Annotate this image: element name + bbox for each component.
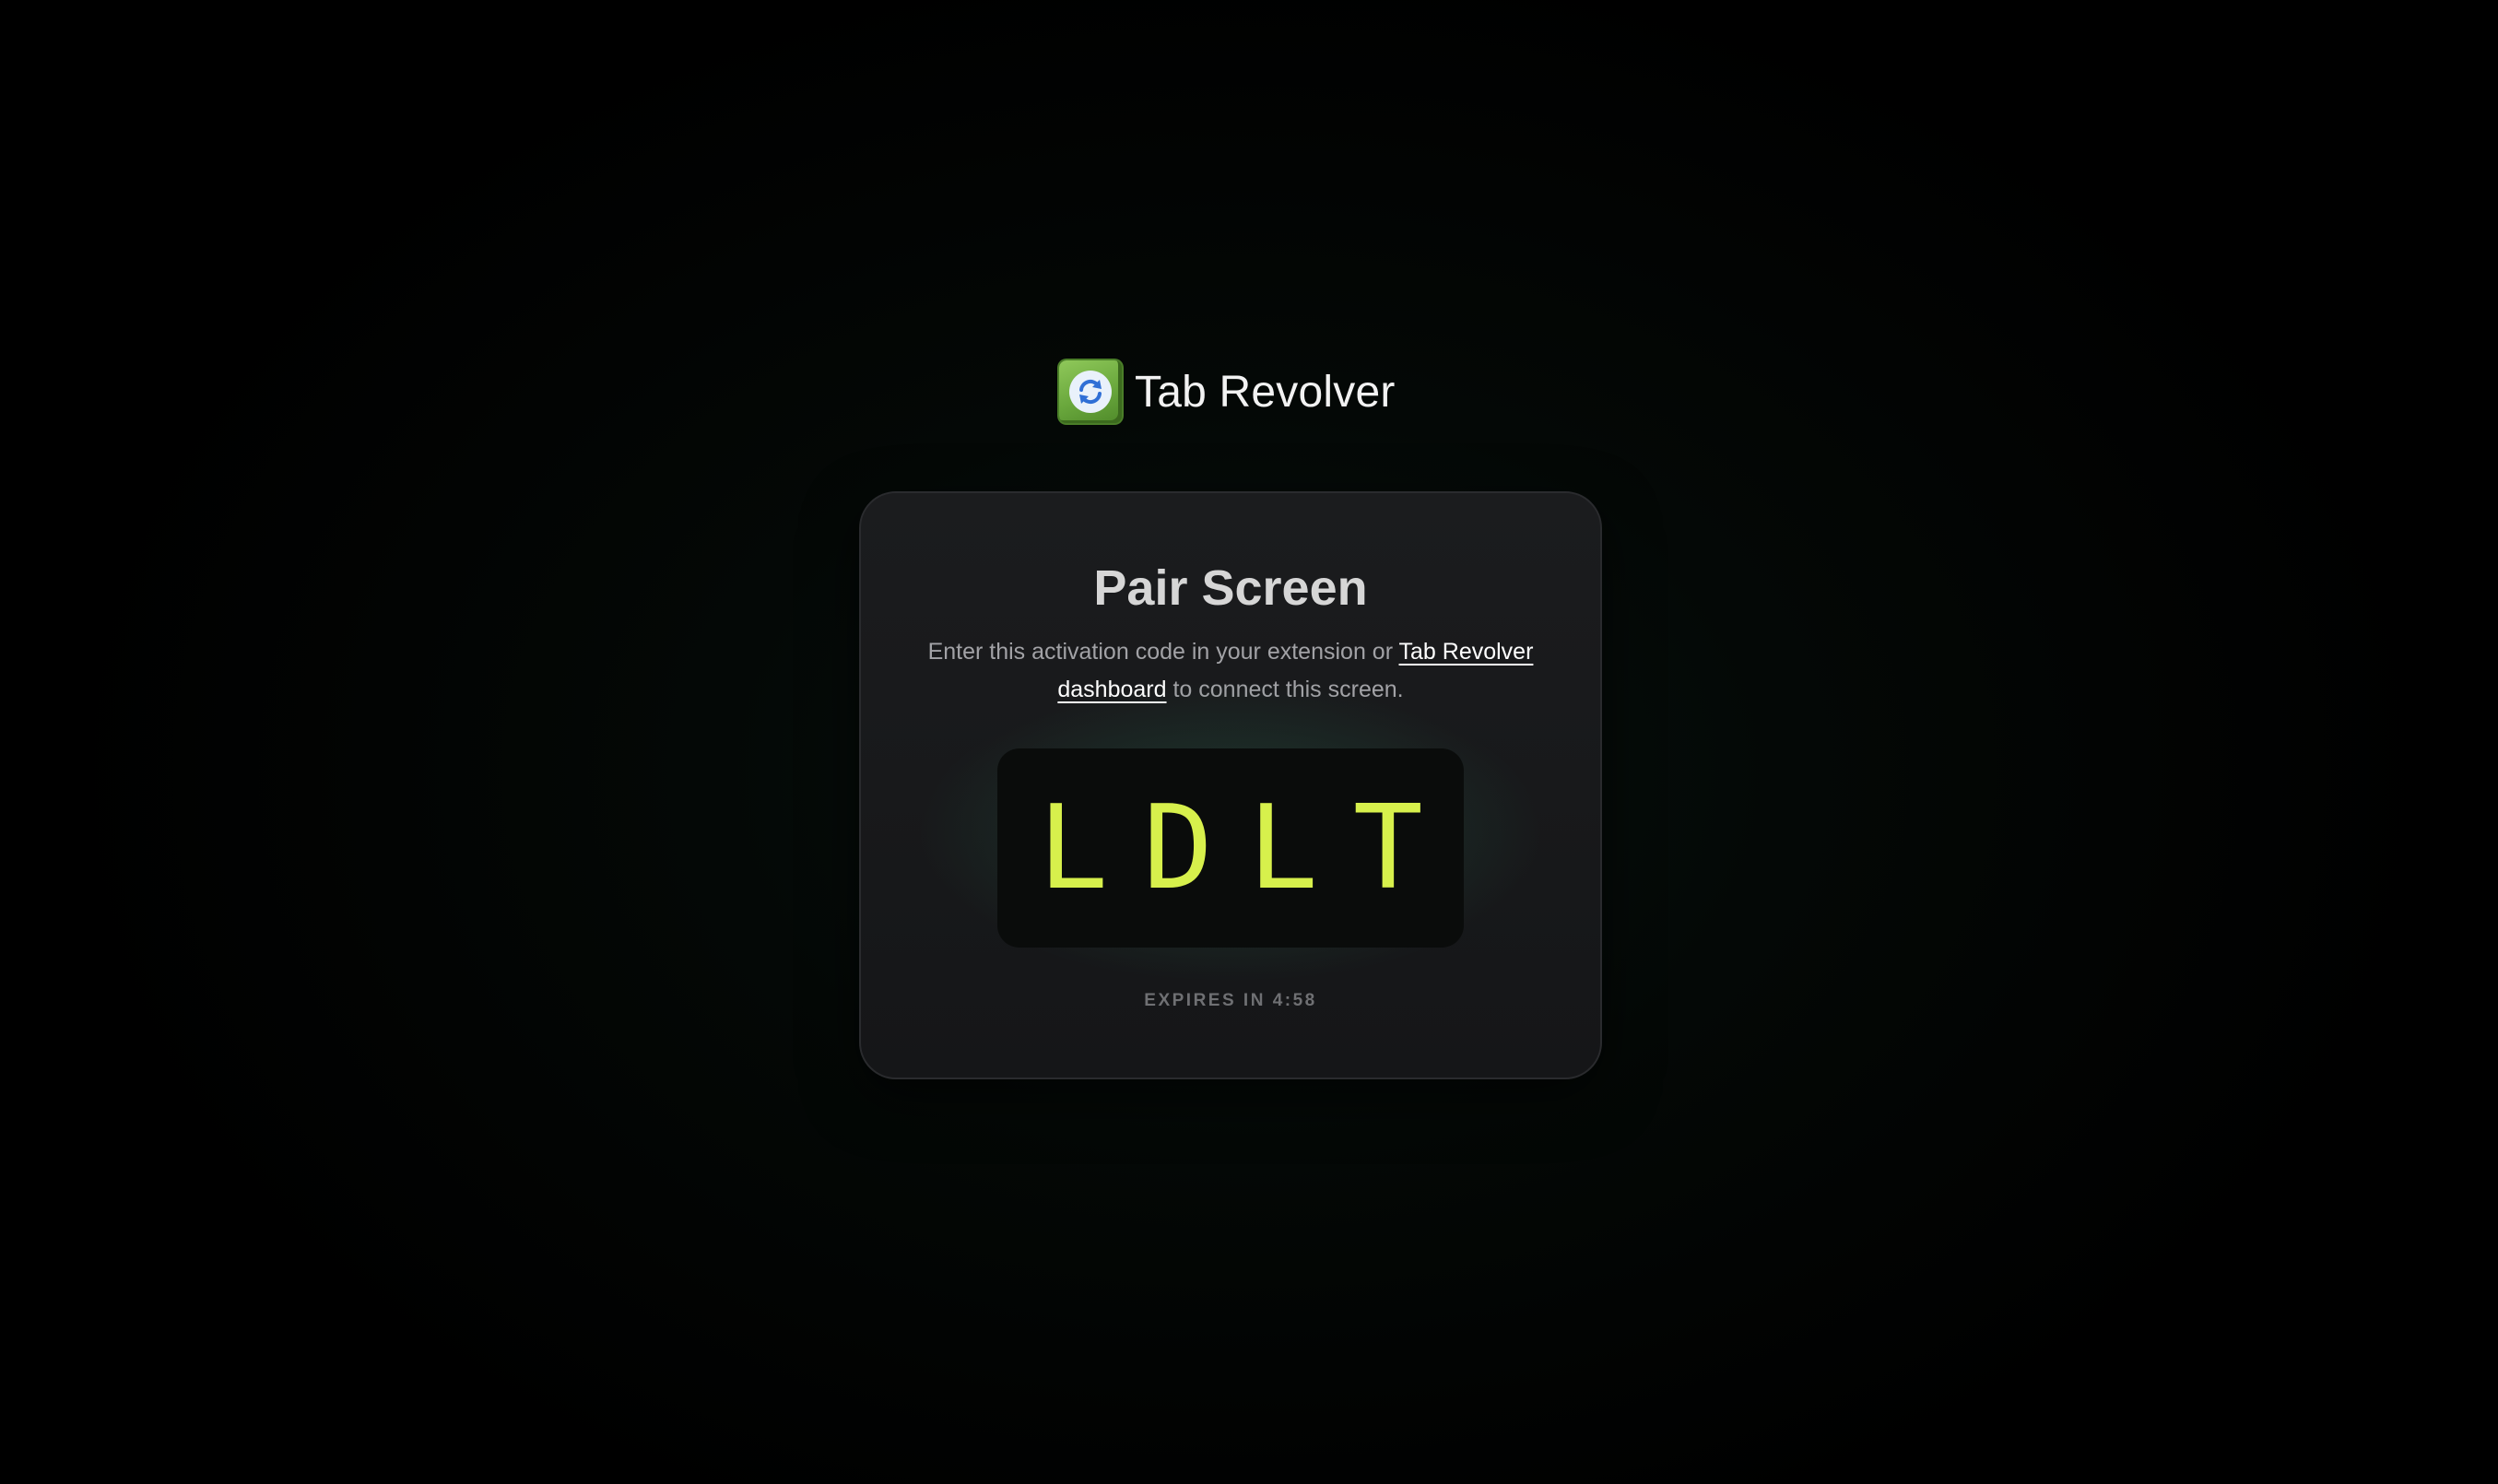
refresh-arrows-icon bbox=[1059, 360, 1122, 423]
instructions-text-before: Enter this activation code in your exten… bbox=[927, 639, 1399, 665]
activation-code: LDLT bbox=[1038, 780, 1458, 915]
brand-name: Tab Revolver bbox=[1135, 367, 1396, 417]
activation-code-box: LDLT bbox=[997, 748, 1464, 948]
expires-countdown: EXPIRES IN 4:58 bbox=[1144, 991, 1317, 1010]
page-title: Pair Screen bbox=[1093, 560, 1368, 616]
pair-screen-card: Pair Screen Enter this activation code i… bbox=[859, 491, 1602, 1079]
brand-header: Tab Revolver bbox=[1059, 359, 1396, 424]
